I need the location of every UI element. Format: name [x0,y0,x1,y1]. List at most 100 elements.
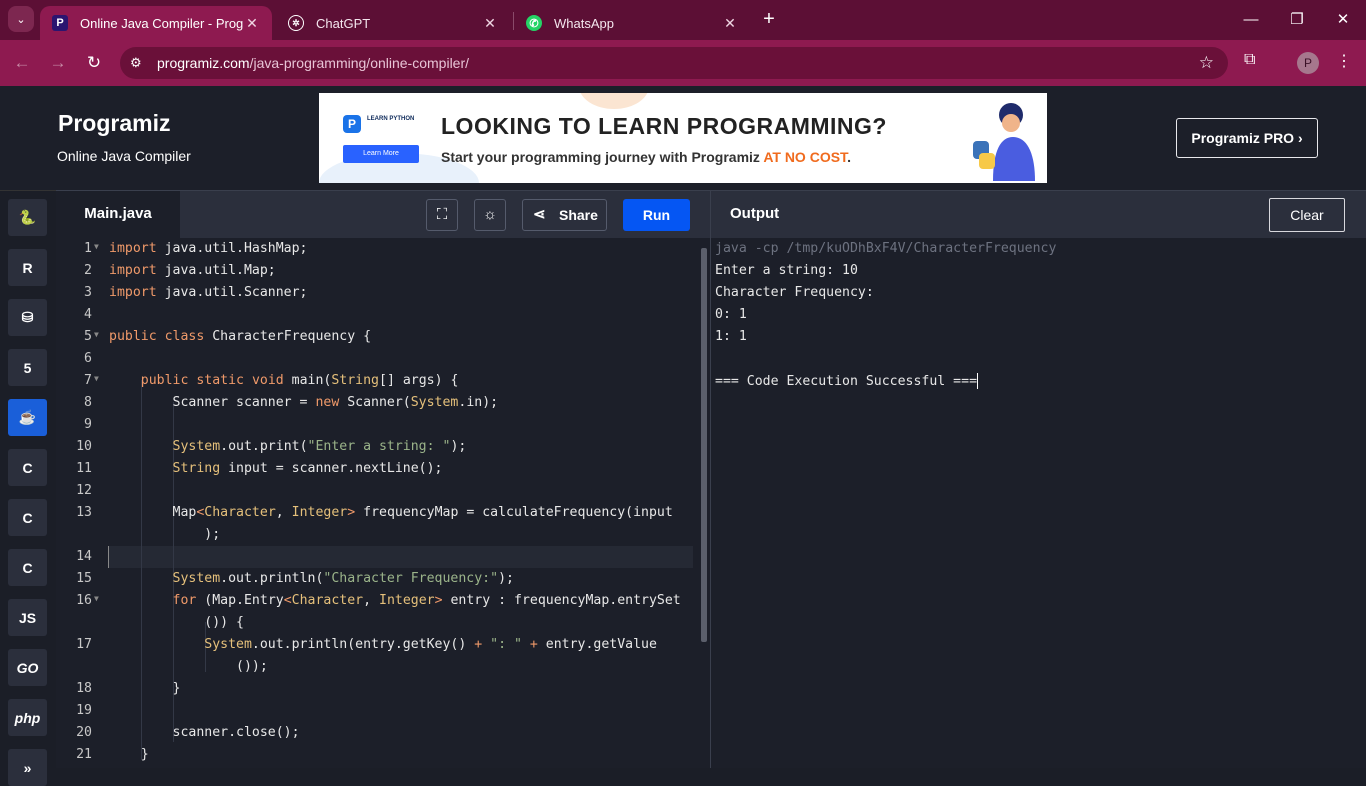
banner-subline: Start your programming journey with Prog… [441,149,851,165]
programiz-pro-button[interactable]: Programiz PRO › [1176,118,1318,158]
page-subtitle: Online Java Compiler [57,148,191,164]
sql-icon[interactable]: ⛁ [8,299,47,336]
javascript-icon[interactable]: JS [8,599,47,636]
python-icon[interactable]: 🐍 [8,199,47,236]
tab-whatsapp[interactable]: ✆ WhatsApp ✕ [514,6,750,40]
php-icon[interactable]: php [8,699,47,736]
output-header: Output Clear [711,190,1366,238]
browser-tab-bar: ⌄ P Online Java Compiler - Programiz ✕ ✲… [0,0,1366,40]
person-illustration-icon [973,103,1035,181]
execution-status: === Code Execution Successful === [715,374,978,389]
code-line: 6 [84,351,92,366]
theme-toggle-icon[interactable]: ☼ [474,199,506,231]
tab-chatgpt[interactable]: ✲ ChatGPT ✕ [276,6,510,40]
c-glyph: C [22,459,33,476]
site-header: Programiz Online Java Compiler P LEARN P… [0,86,1366,190]
tab-title: ChatGPT [316,15,371,31]
language-sidebar: 🐍 R ⛁ 5 ☕ C C C JS GO php » [0,190,56,786]
output-status-line: === Code Execution Successful === [715,373,979,389]
clear-button[interactable]: Clear [1269,198,1345,232]
java-icon[interactable]: ☕ [8,399,47,436]
code-line: ); [109,527,221,542]
learn-more-button[interactable]: Learn More [343,145,419,163]
code-line: 1 ▼ import java.util.HashMap; [84,241,308,256]
banner-subline-end: . [847,149,851,165]
cpp-icon[interactable]: C [8,499,47,536]
url-text[interactable]: programiz.com/java-programming/online-co… [157,55,469,71]
code-line: 12 [76,483,92,498]
banner-decoration [579,93,649,109]
learn-python-label: LEARN PYTHON [367,116,415,122]
whatsapp-icon: ✆ [526,15,542,31]
go-icon[interactable]: GO [8,649,47,686]
code-line: ()); [109,659,268,674]
chatgpt-icon: ✲ [288,15,304,31]
code-line: 10 System.out.print("Enter a string: "); [76,439,467,454]
code-editor[interactable]: 1 ▼ import java.util.HashMap; 2 import java… [56,238,710,768]
tab-programiz[interactable]: P Online Java Compiler - Programiz ✕ [40,6,272,40]
csharp-icon[interactable]: C [8,549,47,586]
python-glyph: 🐍 [18,209,37,225]
code-line: 21 } [76,747,149,762]
code-line: 15 System.out.println("Character Frequen… [76,571,514,586]
window-close-button[interactable]: ✕ [1331,8,1355,32]
output-line: 1: 1 [715,329,747,344]
text-cursor [977,373,979,389]
output-title: Output [730,205,780,222]
close-icon[interactable]: ✕ [244,15,260,32]
new-tab-button[interactable]: + [758,8,780,30]
r-icon[interactable]: R [8,249,47,286]
go-glyph: GO [16,659,39,676]
editor-header: Main.java ⛶ ☼ ⋖ Share Run [56,190,710,238]
url-host: programiz.com [157,55,250,71]
tab-search-button[interactable]: ⌄ [8,6,34,32]
minimize-button[interactable]: — [1239,8,1263,32]
browser-toolbar: ← → ↻ ⚙ programiz.com/java-programming/o… [0,40,1366,86]
share-button[interactable]: ⋖ Share [522,199,607,231]
output-line: 0: 1 [715,307,747,322]
restore-button[interactable]: ❐ [1285,8,1309,32]
html-icon[interactable]: 5 [8,349,47,386]
code-line: 20 scanner.close(); [76,725,300,740]
code-line: 5 ▼ public class CharacterFrequency { [84,329,372,344]
back-button[interactable]: ← [10,51,34,75]
c-icon[interactable]: C [8,449,47,486]
close-icon[interactable]: ✕ [482,15,498,32]
url-path: /java-programming/online-compiler/ [249,55,470,71]
ad-banner[interactable]: P LEARN PYTHON Learn More LOOKING TO LEA… [319,93,1047,183]
code-line: 4 [84,307,92,322]
code-line: 9 [84,417,92,432]
output-console[interactable]: java -cp /tmp/kuODhBxF4V/CharacterFreque… [711,238,1366,768]
js-glyph: JS [18,609,37,626]
code-line: 16 ▼ for (Map.Entry<Character, Integer> e… [76,593,681,608]
reload-button[interactable]: ↻ [82,51,106,75]
bookmark-star-icon[interactable]: ☆ [1199,53,1214,73]
code-line: 18 } [76,681,181,696]
csharp-glyph: C [22,559,33,576]
output-line: Character Frequency: [715,285,874,300]
profile-avatar[interactable]: P [1297,52,1319,74]
editor-scrollbar[interactable] [701,248,707,642]
banner-highlight: AT NO COST [763,149,848,165]
programiz-logo[interactable]: Programiz [58,110,170,137]
file-tab-main-java[interactable]: Main.java [56,191,180,238]
output-command: java -cp /tmp/kuODhBxF4V/CharacterFreque… [715,241,1057,256]
forward-button[interactable]: → [46,51,70,75]
php-glyph: php [14,709,41,726]
fullscreen-icon[interactable]: ⛶ [426,199,458,231]
browser-menu-icon[interactable]: ⋮ [1336,51,1352,71]
code-line: 2 import java.util.Map; [84,263,276,278]
extensions-icon[interactable]: ⧉ [1244,51,1255,69]
code-line: ()) { [109,615,244,630]
r-glyph: R [22,259,33,276]
site-info-icon[interactable]: ⚙ [130,55,146,71]
learn-python-card: P LEARN PYTHON Learn More [337,105,423,163]
code-line: 11 String input = scanner.nextLine(); [76,461,443,476]
run-button[interactable]: Run [623,199,690,231]
tab-title: WhatsApp [554,15,614,31]
close-icon[interactable]: ✕ [722,15,738,32]
code-line: 3 import java.util.Scanner; [84,285,308,300]
address-bar[interactable]: ⚙ programiz.com/java-programming/online-… [120,47,1228,79]
code-line: 19 [76,703,92,718]
code-line: 14 [76,549,92,564]
